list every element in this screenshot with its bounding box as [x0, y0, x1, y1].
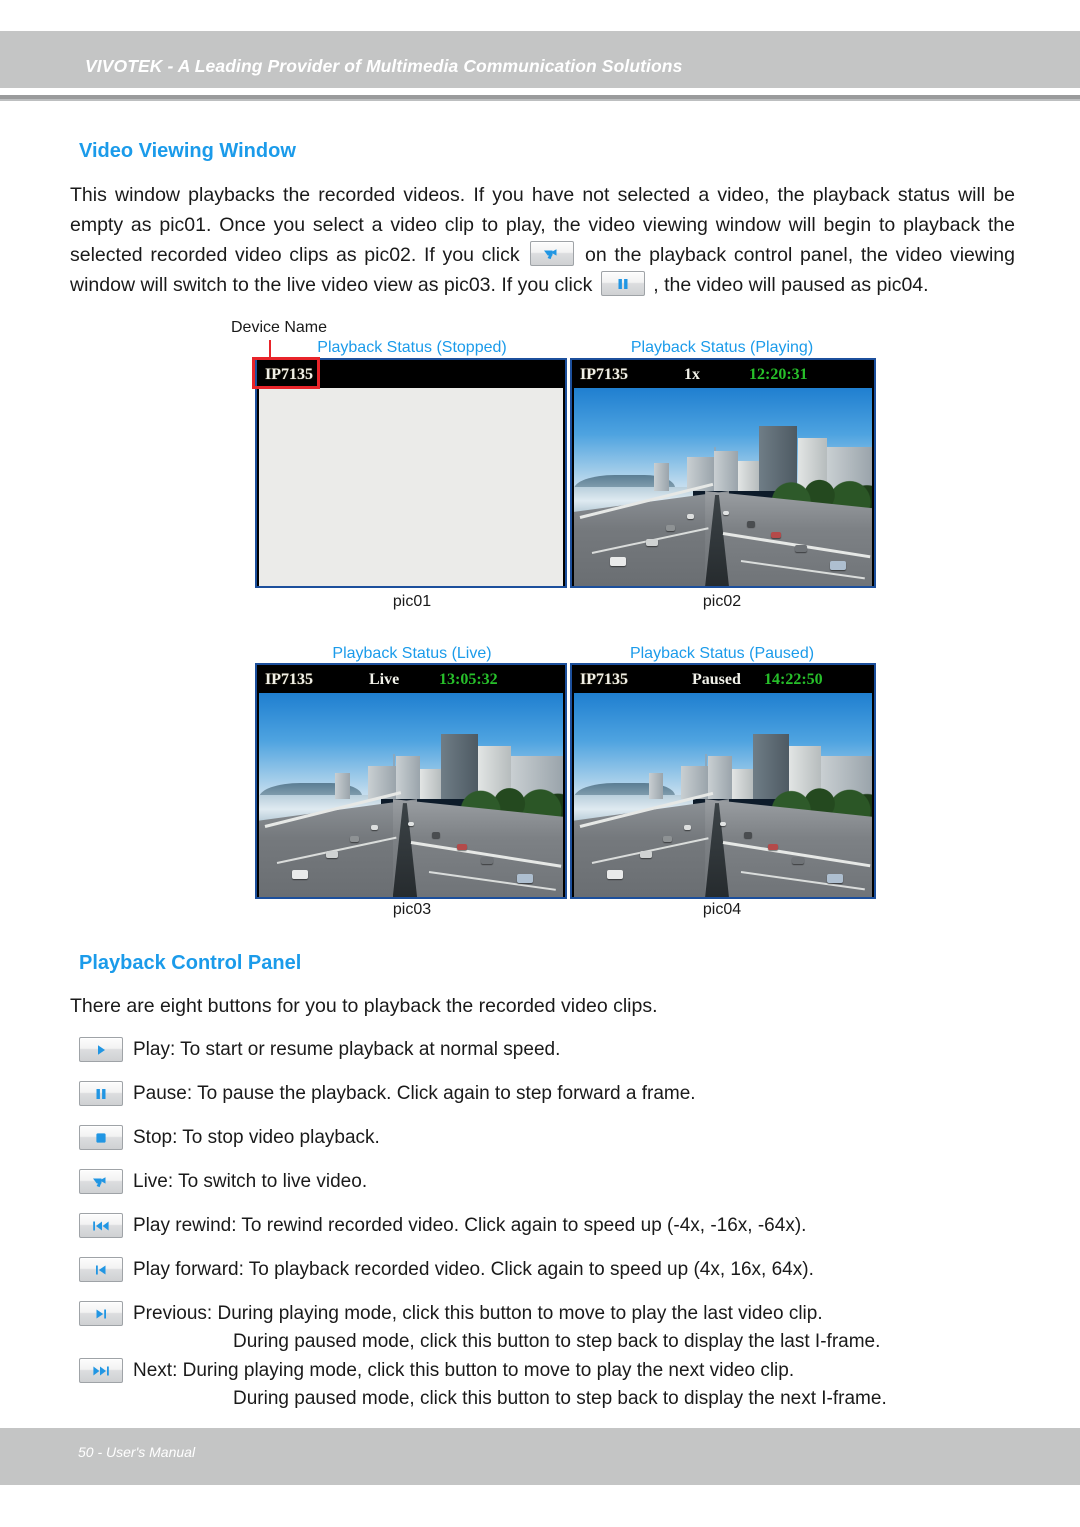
osd-mode-pic03: Live — [369, 671, 400, 688]
osd-time-pic03: 13:05:32 — [439, 671, 498, 688]
list-item-label-main: Next: During playing mode, click this bu… — [133, 1360, 795, 1381]
list-item-label: Live: To switch to live video. — [133, 1171, 368, 1192]
traffic-scene-image — [259, 693, 563, 897]
play-rewind-icon[interactable] — [79, 1213, 123, 1238]
live-camera-icon[interactable] — [79, 1169, 123, 1194]
page-header-title: VIVOTEK - A Leading Provider of Multimed… — [85, 56, 683, 76]
list-item: Play: To start or resume playback at nor… — [79, 1036, 1019, 1064]
video-window-pic03[interactable]: IP7135 Live 13:05:32 — [255, 663, 567, 899]
page-title-playback-control-panel: Playback Control Panel — [79, 952, 302, 974]
osd-time-pic04: 14:22:50 — [764, 671, 823, 688]
stop-icon[interactable] — [79, 1125, 123, 1150]
traffic-scene-image — [574, 693, 872, 897]
video-osd-titlebar-pic04: IP7135 Paused 14:22:50 — [574, 667, 872, 693]
caption-status-pic02: Playback Status (Playing) — [630, 339, 814, 356]
caption-pic03: pic03 — [392, 901, 432, 918]
play-forward-icon[interactable] — [79, 1257, 123, 1282]
osd-mode-pic04: Paused — [692, 671, 741, 688]
list-item: Live: To switch to live video. — [79, 1168, 1019, 1196]
playback-panel-intro: There are eight buttons for you to playb… — [70, 995, 658, 1017]
caption-status-pic04: Playback Status (Paused) — [629, 645, 815, 662]
list-item: Stop: To stop video playback. — [79, 1124, 1019, 1152]
video-osd-titlebar-pic02: IP7135 1x 12:20:31 — [574, 362, 872, 388]
list-item: Previous: During playing mode, click thi… — [79, 1300, 1019, 1356]
caption-pic02: pic02 — [702, 593, 742, 610]
page-footer-text: 50 - User's Manual — [78, 1444, 196, 1460]
list-item-label: Play rewind: To rewind recorded video. C… — [133, 1215, 807, 1236]
list-item-label-sub: During paused mode, click this button to… — [233, 1388, 887, 1409]
caption-pic04: pic04 — [702, 901, 742, 918]
video-canvas-pic03 — [259, 693, 563, 897]
list-item-label-sub: During paused mode, click this button to… — [233, 1331, 881, 1352]
caption-pic01: pic01 — [392, 593, 432, 610]
list-item: Play forward: To playback recorded video… — [79, 1256, 1019, 1284]
list-item-label-main: Previous: During playing mode, click thi… — [133, 1303, 823, 1324]
page-title-video-viewing-window: Video Viewing Window — [79, 140, 296, 162]
next-icon[interactable] — [79, 1358, 123, 1383]
header-divider-light — [0, 88, 1080, 95]
osd-device-name-pic03: IP7135 — [265, 671, 313, 688]
header-divider-dark-secondary — [0, 99, 1080, 101]
list-item-label: Play forward: To playback recorded video… — [133, 1259, 814, 1280]
list-item-label: Play: To start or resume playback at nor… — [133, 1039, 561, 1060]
page-top-margin — [0, 0, 1080, 31]
previous-icon[interactable] — [79, 1301, 123, 1326]
video-canvas-pic04 — [574, 693, 872, 897]
list-item: Pause: To pause the playback. Click agai… — [79, 1080, 1019, 1108]
page-bottom-margin — [0, 1485, 1080, 1527]
video-empty-placeholder — [259, 388, 563, 586]
osd-mode-pic02: 1x — [684, 366, 700, 383]
list-item: Next: During playing mode, click this bu… — [79, 1357, 1019, 1413]
intro-paragraph-part3: , the video will paused as pic04. — [653, 274, 929, 296]
device-name-annotation-label: Device Name — [231, 319, 328, 336]
list-item-label: Pause: To pause the playback. Click agai… — [133, 1083, 696, 1104]
intro-paragraph: This window playbacks the recorded video… — [70, 180, 1015, 300]
list-item: Play rewind: To rewind recorded video. C… — [79, 1212, 1019, 1240]
pause-icon[interactable] — [79, 1081, 123, 1106]
play-icon[interactable] — [79, 1037, 123, 1062]
osd-time-pic02: 12:20:31 — [749, 366, 808, 383]
video-window-pic04[interactable]: IP7135 Paused 14:22:50 — [570, 663, 876, 899]
video-osd-titlebar-pic03: IP7135 Live 13:05:32 — [259, 667, 563, 693]
list-item-label: Next: During playing mode, click this bu… — [133, 1357, 887, 1413]
video-canvas-pic02 — [574, 388, 872, 586]
osd-device-name-pic02: IP7135 — [580, 366, 628, 383]
video-window-pic01[interactable]: IP7135 — [255, 358, 567, 588]
video-canvas-pic01 — [259, 388, 563, 586]
pause-icon[interactable] — [600, 271, 645, 296]
live-camera-icon[interactable] — [530, 241, 575, 266]
traffic-scene-image — [574, 388, 872, 586]
caption-status-pic01: Playback Status (Stopped) — [317, 339, 507, 356]
list-item-label: Previous: During playing mode, click thi… — [133, 1300, 880, 1356]
caption-status-pic03: Playback Status (Live) — [332, 645, 492, 662]
video-window-pic02[interactable]: IP7135 1x 12:20:31 — [570, 358, 876, 588]
osd-device-name-pic04: IP7135 — [580, 671, 628, 688]
list-item-label: Stop: To stop video playback. — [133, 1127, 380, 1148]
device-name-annotation-box — [252, 357, 320, 389]
